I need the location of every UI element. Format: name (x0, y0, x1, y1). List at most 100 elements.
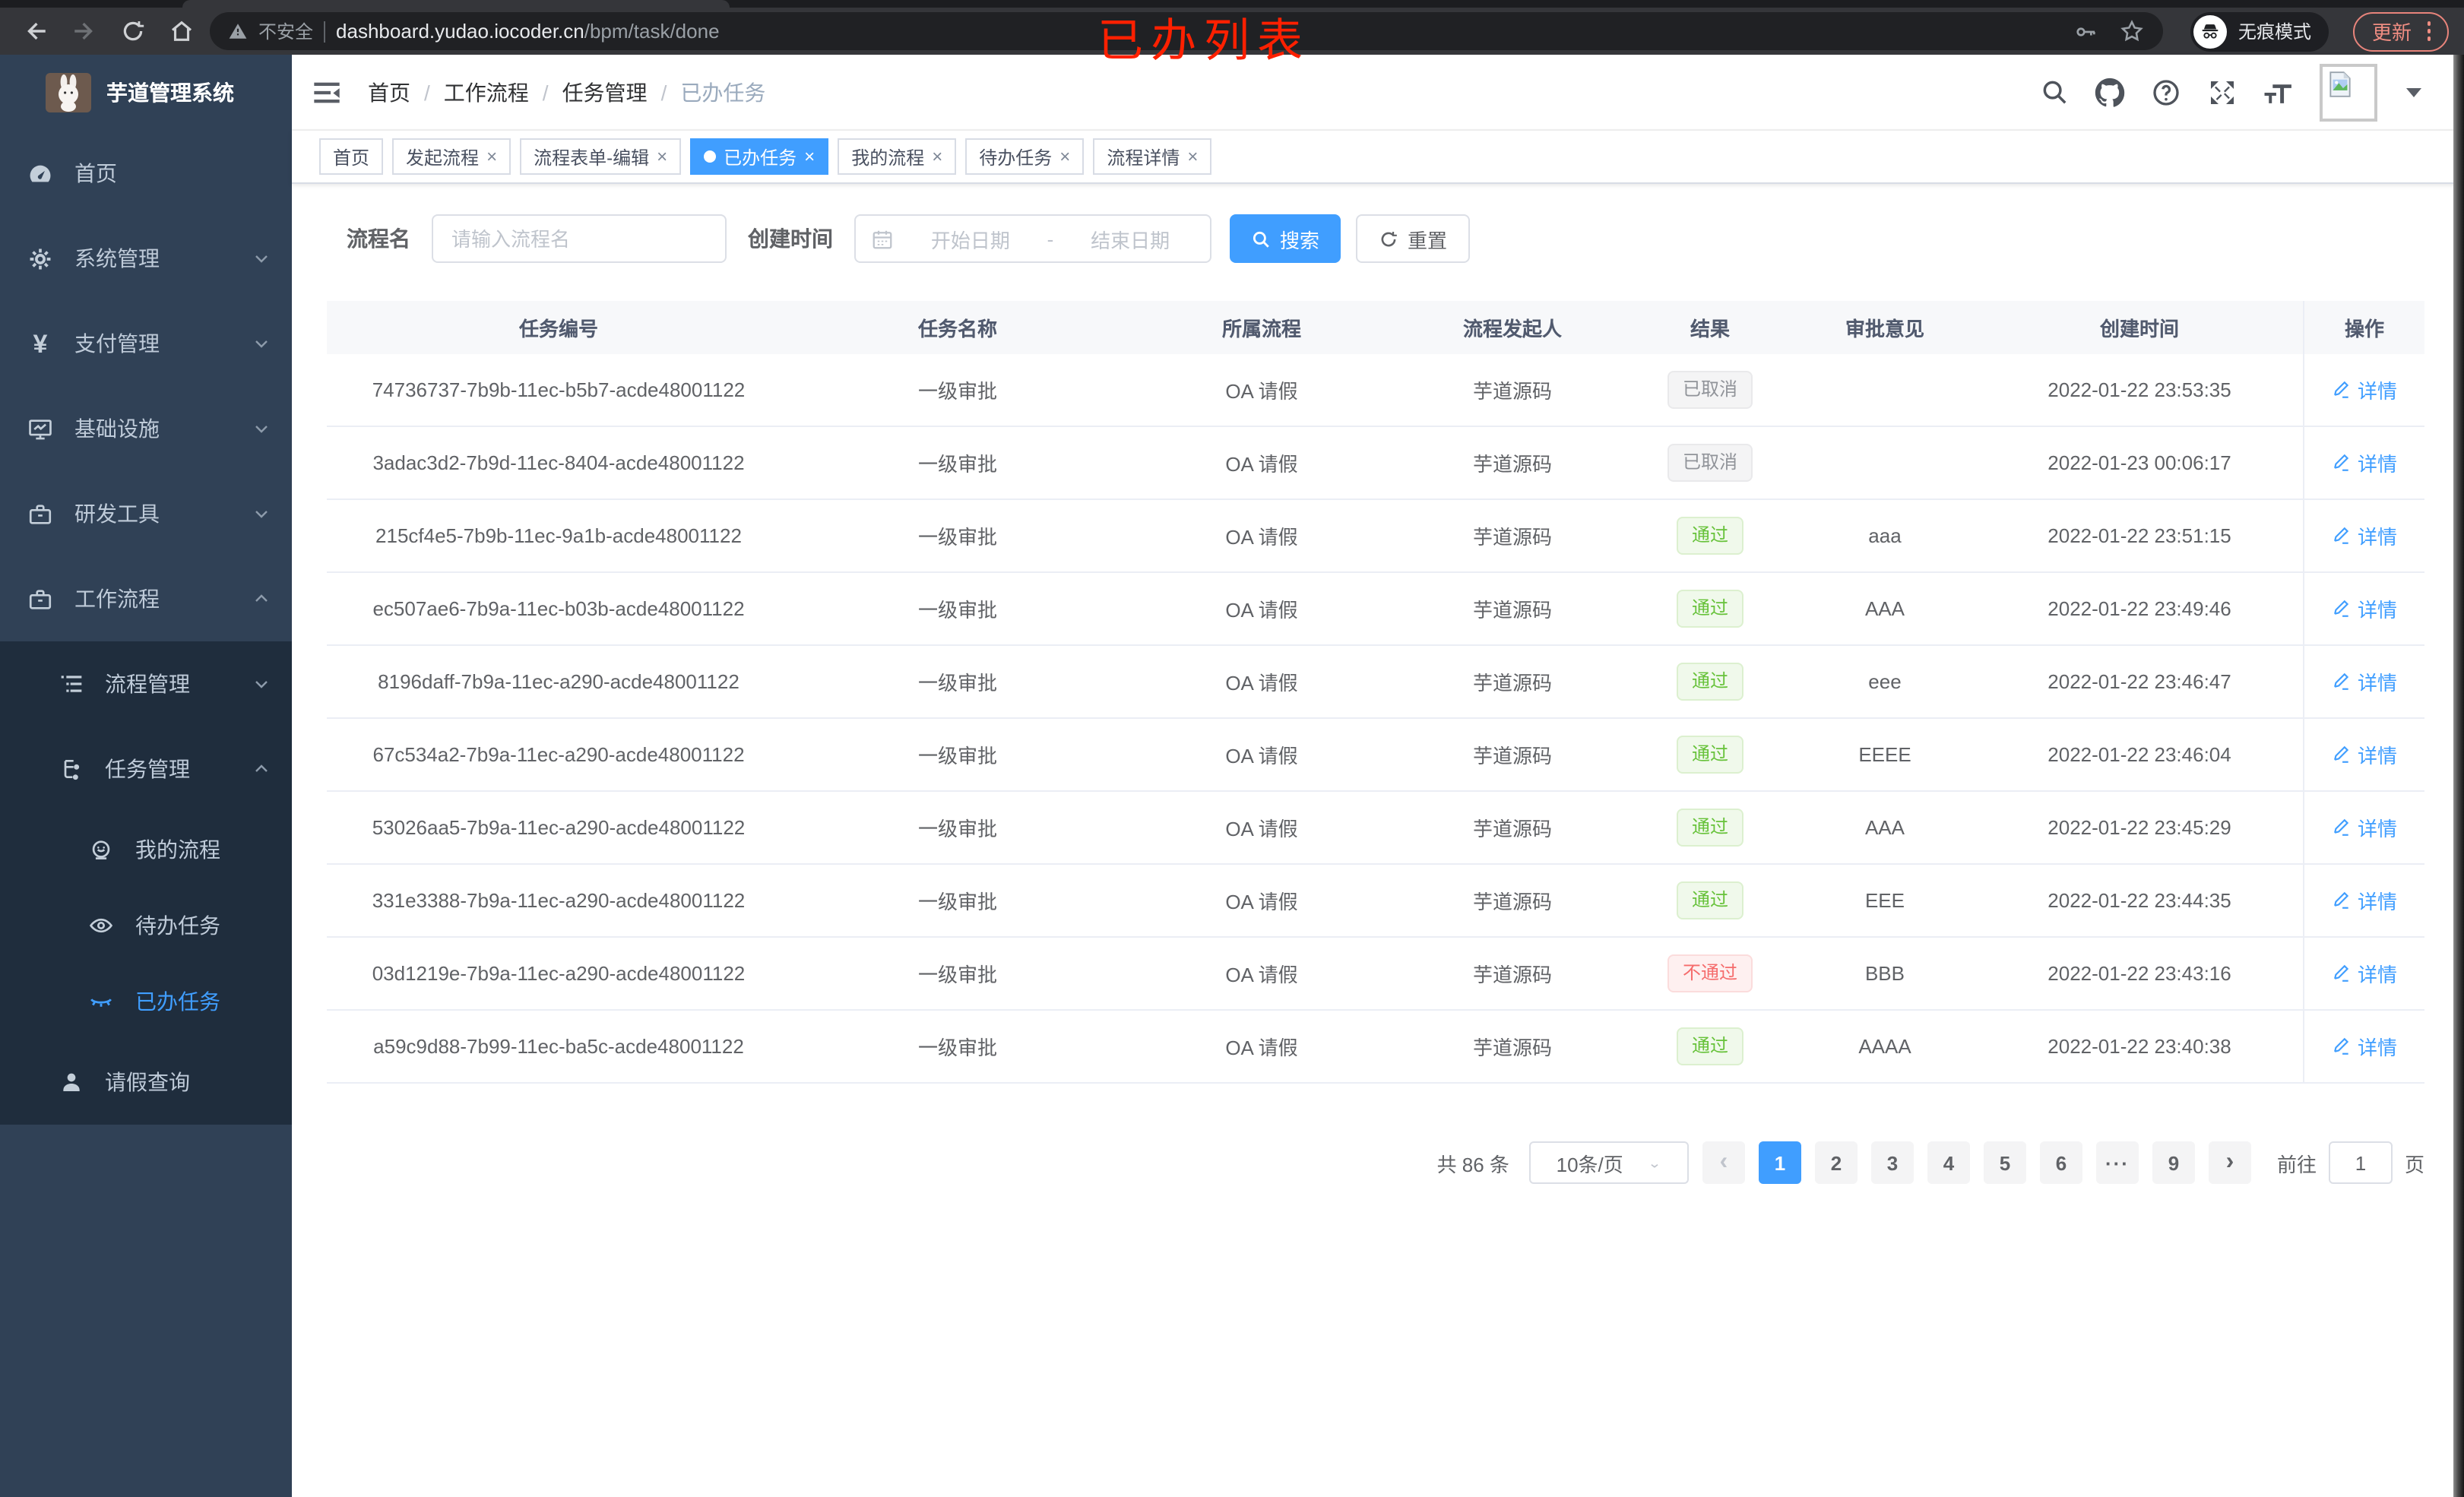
reset-button[interactable]: 重置 (1356, 214, 1471, 263)
prev-page-button[interactable]: ‹ (1702, 1141, 1745, 1184)
breadcrumb-task-mgmt[interactable]: 任务管理 (562, 77, 648, 107)
help-icon[interactable] (2151, 77, 2181, 107)
browser-update-button[interactable]: 更新 (2353, 11, 2449, 51)
sidebar-item-done-tasks[interactable]: 已办任务 (0, 964, 292, 1040)
process-name-label: 流程名 (347, 226, 410, 251)
cell-task-id: a59c9d88-7b99-11ec-ba5c-acde48001122 (373, 1035, 744, 1058)
more-pages-button[interactable]: ··· (2095, 1141, 2139, 1184)
font-size-icon[interactable] (2263, 77, 2294, 107)
incognito-label: 无痕模式 (2238, 21, 2311, 43)
app-logo[interactable]: 芋道管理系统 (0, 55, 292, 131)
page-size-select[interactable]: 10条/页 ⌄ (1528, 1141, 1689, 1184)
col-process: 所属流程 (1221, 318, 1301, 340)
detail-link[interactable]: 详情 (2332, 375, 2397, 404)
sidebar-item-task-mgmt[interactable]: 任务管理 (0, 726, 292, 812)
list-tree-icon (58, 671, 84, 697)
calendar-icon (873, 229, 892, 248)
sidebar-item-process-mgmt[interactable]: 流程管理 (0, 641, 292, 726)
sidebar-item-my-process[interactable]: 我的流程 (0, 812, 292, 888)
toolbox-icon (27, 586, 53, 612)
detail-link[interactable]: 详情 (2332, 813, 2397, 842)
cell-comment: AAAA (1858, 1035, 1911, 1058)
status-badge: 通过 (1676, 517, 1743, 555)
chevron-down-icon (252, 675, 271, 693)
forward-icon[interactable] (64, 11, 103, 51)
sidebar-item-label: 已办任务 (135, 989, 220, 1014)
next-page-button[interactable]: › (2208, 1141, 2251, 1184)
cell-task-name: 一级审批 (917, 453, 997, 476)
browser-active-tab[interactable] (182, 0, 730, 8)
back-icon[interactable] (15, 11, 55, 51)
tab-done-tasks[interactable]: 已办任务 × (690, 138, 829, 175)
tab-close-icon[interactable]: × (657, 147, 667, 166)
sidebar-item-workflow[interactable]: 工作流程 (0, 556, 292, 641)
page-button-5[interactable]: 5 (1983, 1141, 2026, 1184)
browser-menu-icon[interactable] (2427, 21, 2431, 41)
tab-close-icon[interactable]: × (1059, 147, 1070, 166)
tab-close-icon[interactable]: × (932, 147, 942, 166)
detail-link[interactable]: 详情 (2332, 959, 2397, 988)
github-icon[interactable] (2095, 77, 2125, 107)
sidebar-item-infra[interactable]: 基础设施 (0, 386, 292, 471)
workflow-submenu: 流程管理 任务管理 我的流程 待办任务 已办任务 请假查询 (0, 641, 292, 1125)
tab-home[interactable]: 首页 (319, 138, 384, 175)
reload-icon[interactable] (112, 11, 152, 51)
detail-link[interactable]: 详情 (2332, 1032, 2397, 1061)
detail-link[interactable]: 详情 (2332, 667, 2397, 696)
page-button-9[interactable]: 9 (2152, 1141, 2195, 1184)
page-button-3[interactable]: 3 (1870, 1141, 1914, 1184)
detail-link[interactable]: 详情 (2332, 594, 2397, 623)
avatar[interactable] (2320, 63, 2377, 121)
bookmark-star-icon[interactable] (2120, 18, 2146, 44)
detail-link[interactable]: 详情 (2332, 886, 2397, 915)
logo-rabbit-image (46, 73, 91, 112)
tab-todo-tasks[interactable]: 待办任务 × (965, 138, 1085, 175)
breadcrumb-home[interactable]: 首页 (368, 77, 410, 107)
refresh-icon (1381, 231, 1397, 246)
tab-close-icon[interactable]: × (486, 147, 497, 166)
cell-comment: aaa (1868, 524, 1902, 547)
sidebar-item-devtools[interactable]: 研发工具 (0, 471, 292, 556)
cell-create-time: 2022-01-22 23:46:47 (2048, 670, 2231, 693)
goto-page-input[interactable] (2328, 1141, 2393, 1184)
page-button-1[interactable]: 1 (1758, 1141, 1801, 1184)
breadcrumb-workflow[interactable]: 工作流程 (444, 77, 529, 107)
tab-start-process[interactable]: 发起流程 × (392, 138, 511, 175)
tab-close-icon[interactable]: × (804, 147, 815, 166)
sidebar-item-home[interactable]: 首页 (0, 131, 292, 216)
fullscreen-icon[interactable] (2207, 77, 2238, 107)
cell-task-id: ec507ae6-7b9a-11ec-b03b-acde48001122 (372, 597, 745, 620)
tab-process-detail[interactable]: 流程详情 × (1093, 138, 1212, 175)
sidebar-item-todo-tasks[interactable]: 待办任务 (0, 888, 292, 964)
cell-comment: EEEE (1858, 743, 1911, 766)
tree-icon (58, 756, 84, 782)
page-button-2[interactable]: 2 (1814, 1141, 1858, 1184)
detail-link[interactable]: 详情 (2332, 521, 2397, 550)
key-icon[interactable] (2074, 19, 2098, 43)
detail-link[interactable]: 详情 (2332, 740, 2397, 769)
broken-image-icon (2329, 71, 2351, 97)
sidebar-item-payment[interactable]: ¥ 支付管理 (0, 301, 292, 386)
detail-link[interactable]: 详情 (2332, 448, 2397, 477)
page-button-4[interactable]: 4 (1927, 1141, 1970, 1184)
page-button-6[interactable]: 6 (2039, 1141, 2082, 1184)
status-badge: 通过 (1676, 881, 1743, 919)
sidebar-collapse-icon[interactable] (310, 75, 344, 109)
sidebar-item-label: 首页 (74, 161, 117, 185)
sidebar-item-system[interactable]: 系统管理 (0, 216, 292, 301)
create-time-label: 创建时间 (748, 226, 833, 251)
sidebar-item-leave-query[interactable]: 请假查询 (0, 1040, 292, 1125)
process-name-input[interactable] (432, 214, 727, 263)
home-icon[interactable] (161, 11, 201, 51)
search-icon[interactable] (2038, 77, 2069, 107)
tab-form-edit[interactable]: 流程表单-编辑 × (520, 138, 682, 175)
avatar-caret-icon[interactable] (2406, 87, 2421, 97)
window-edge (2453, 55, 2464, 1497)
tab-my-process[interactable]: 我的流程 × (838, 138, 957, 175)
eye-open-icon (88, 913, 114, 938)
table-row: 53026aa5-7b9a-11ec-a290-acde48001122 一级审… (327, 792, 2424, 865)
tab-close-icon[interactable]: × (1187, 147, 1198, 166)
edit-icon (2334, 454, 2349, 471)
date-range-picker[interactable]: 开始日期 - 结束日期 (854, 214, 1211, 263)
search-button[interactable]: 搜索 (1230, 214, 1341, 263)
